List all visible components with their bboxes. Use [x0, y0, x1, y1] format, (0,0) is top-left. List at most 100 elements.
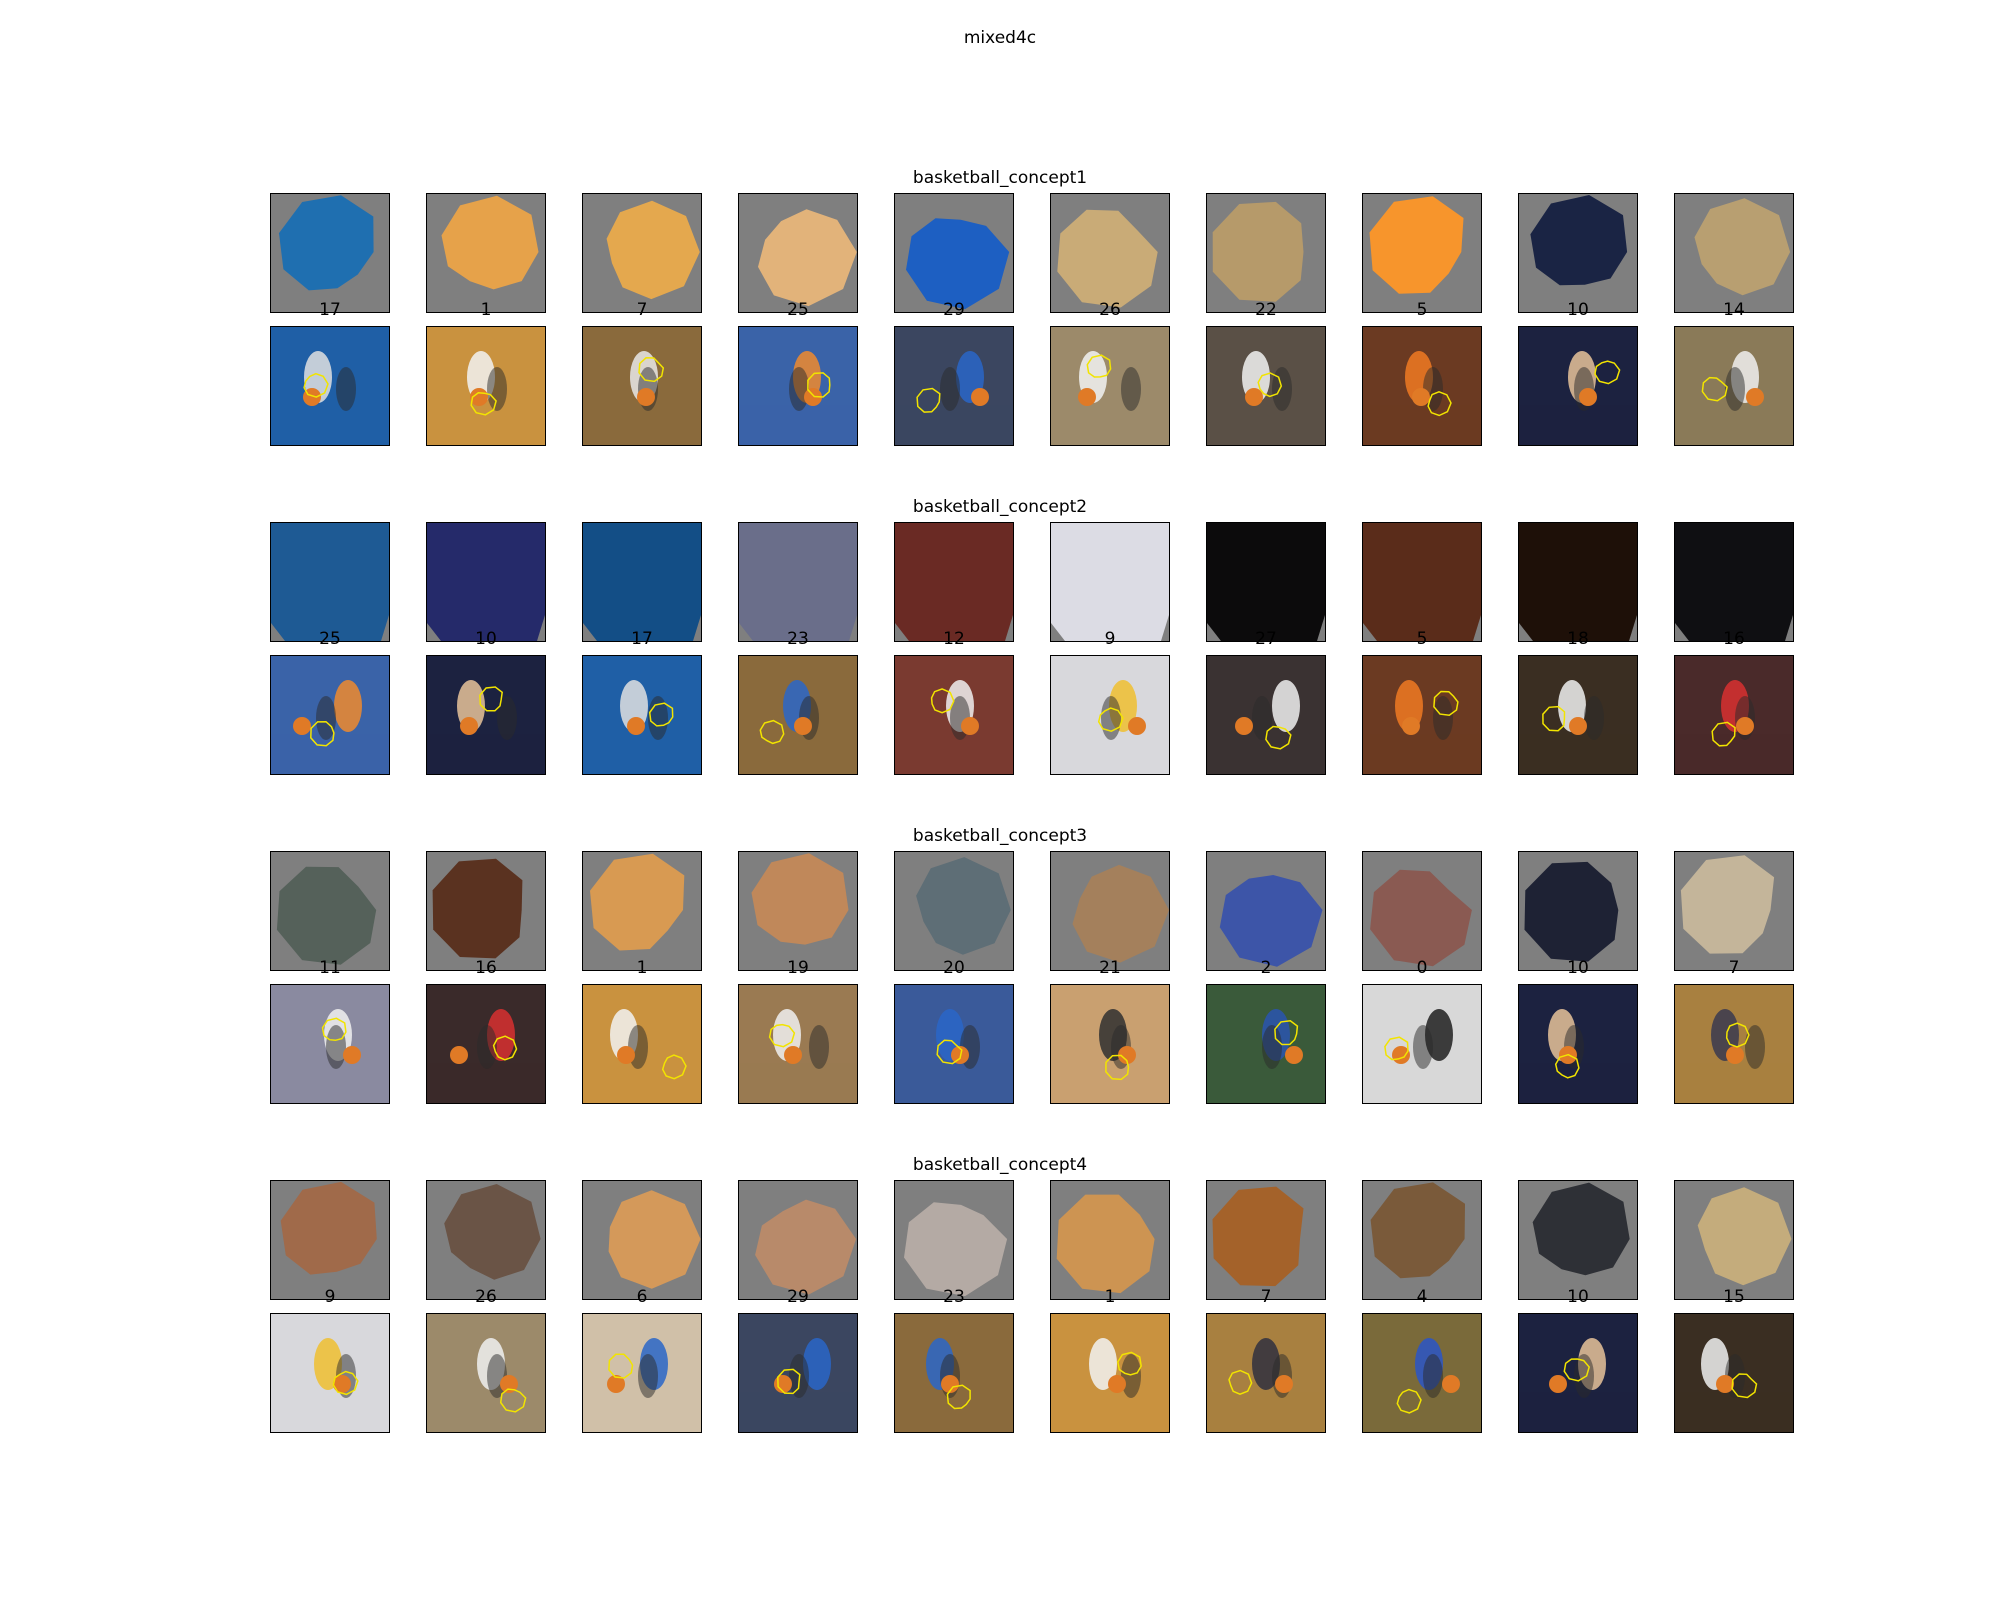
concept-source-image [1050, 326, 1170, 446]
concept-patch [894, 1180, 1014, 1300]
concept-patch [1050, 522, 1170, 642]
concept-patch [426, 193, 546, 313]
concept-source-image [894, 984, 1014, 1104]
concept-patch [894, 522, 1014, 642]
concept-title: basketball_concept3 [912, 826, 1088, 846]
concept-source-image [1674, 1313, 1794, 1433]
concept-source-image [1206, 984, 1326, 1104]
image-index-label: 22 [1255, 300, 1277, 320]
concept-source-image [1050, 1313, 1170, 1433]
concept-patch [1674, 193, 1794, 313]
image-index-label: 29 [943, 300, 965, 320]
concept-source-image [582, 1313, 702, 1433]
image-index-label: 5 [1416, 300, 1428, 320]
image-index-label: 16 [475, 958, 497, 978]
concept-title: basketball_concept4 [912, 1155, 1088, 1175]
concept-source-image [738, 326, 858, 446]
image-index-label: 7 [636, 300, 648, 320]
concept-patch [1518, 1180, 1638, 1300]
image-index-label: 7 [1728, 958, 1740, 978]
image-index-label: 26 [1099, 300, 1121, 320]
concept-source-image [1362, 1313, 1482, 1433]
concept-source-image [1518, 1313, 1638, 1433]
concept-patch [1362, 851, 1482, 971]
concept-patch [1674, 1180, 1794, 1300]
concept-patch [270, 522, 390, 642]
concept-source-image [426, 326, 546, 446]
concept-title: basketball_concept1 [912, 168, 1088, 188]
concept-source-image [1362, 655, 1482, 775]
concept-source-image [738, 655, 858, 775]
concept-patch [270, 851, 390, 971]
concept-source-image [582, 655, 702, 775]
concept-patch [1674, 851, 1794, 971]
concept-patch [1050, 193, 1170, 313]
image-index-label: 9 [1104, 629, 1116, 649]
image-index-label: 17 [631, 629, 653, 649]
image-index-label: 21 [1099, 958, 1121, 978]
image-index-label: 12 [943, 629, 965, 649]
image-index-label: 19 [787, 958, 809, 978]
concept-source-image [270, 655, 390, 775]
concept-source-image [1518, 984, 1638, 1104]
concept-source-image [426, 984, 546, 1104]
image-index-label: 15 [1723, 1287, 1745, 1307]
image-index-label: 14 [1723, 300, 1745, 320]
figure-title: mixed4c [963, 28, 1037, 48]
image-index-label: 16 [1723, 629, 1745, 649]
image-index-label: 5 [1416, 629, 1428, 649]
image-index-label: 10 [475, 629, 497, 649]
image-index-label: 10 [1567, 1287, 1589, 1307]
concept-patch [1206, 193, 1326, 313]
concept-patch [1518, 851, 1638, 971]
image-index-label: 11 [319, 958, 341, 978]
concept-patch [1050, 1180, 1170, 1300]
concept-patch [1362, 1180, 1482, 1300]
image-index-label: 0 [1416, 958, 1428, 978]
concept-source-image [270, 1313, 390, 1433]
image-index-label: 23 [787, 629, 809, 649]
concept-patch [426, 522, 546, 642]
concept-source-image [1206, 326, 1326, 446]
concept-patch [1518, 522, 1638, 642]
concept-patch [894, 851, 1014, 971]
concept-patch [582, 522, 702, 642]
concept-patch [1674, 522, 1794, 642]
concept-patch [1050, 851, 1170, 971]
concept-patch [894, 193, 1014, 313]
concept-title: basketball_concept2 [912, 497, 1088, 517]
concept-source-image [270, 326, 390, 446]
concept-source-image [426, 655, 546, 775]
concept-patch [738, 851, 858, 971]
concept-patch [1206, 1180, 1326, 1300]
concept-source-image [1050, 655, 1170, 775]
concept-source-image [894, 655, 1014, 775]
concept-source-image [1206, 1313, 1326, 1433]
concept-patch [738, 522, 858, 642]
concept-patch [738, 1180, 858, 1300]
image-index-label: 26 [475, 1287, 497, 1307]
concept-source-image [582, 326, 702, 446]
concept-patch [582, 851, 702, 971]
image-index-label: 29 [787, 1287, 809, 1307]
image-index-label: 6 [636, 1287, 648, 1307]
concept-patch [738, 193, 858, 313]
concept-source-image [270, 984, 390, 1104]
figure: mixed4c basketball_concept1 17 1 7 25 29 26 22 5… [0, 0, 2000, 1600]
concept-source-image [894, 1313, 1014, 1433]
image-index-label: 18 [1567, 629, 1589, 649]
concept-source-image [1206, 655, 1326, 775]
concept-source-image [894, 326, 1014, 446]
concept-patch [426, 1180, 546, 1300]
concept-source-image [738, 1313, 858, 1433]
image-index-label: 25 [787, 300, 809, 320]
image-index-label: 4 [1416, 1287, 1428, 1307]
concept-source-image [1050, 984, 1170, 1104]
concept-patch [582, 193, 702, 313]
image-index-label: 7 [1260, 1287, 1272, 1307]
concept-patch [1206, 522, 1326, 642]
concept-source-image [1362, 984, 1482, 1104]
concept-source-image [426, 1313, 546, 1433]
concept-source-image [1674, 984, 1794, 1104]
concept-source-image [1362, 326, 1482, 446]
